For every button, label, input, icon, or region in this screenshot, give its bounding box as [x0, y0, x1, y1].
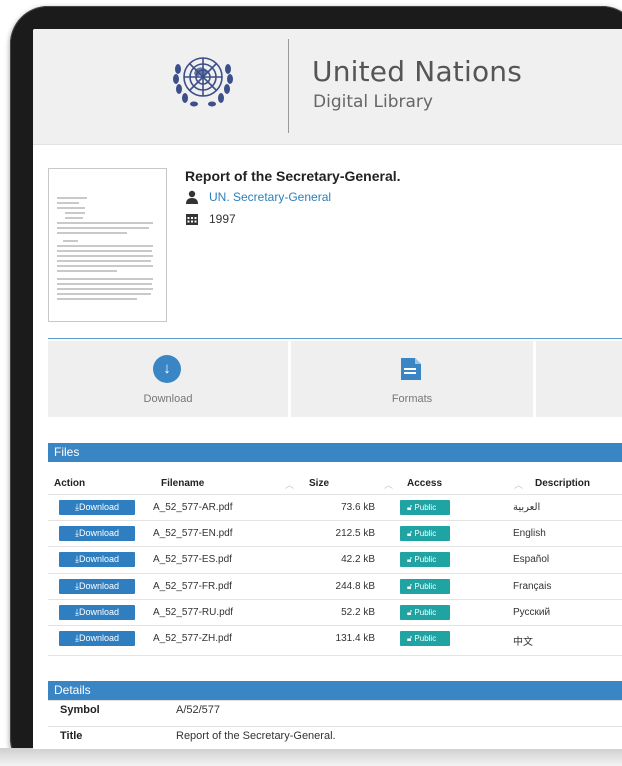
access-label: Public: [414, 529, 437, 538]
record-title: Report of the Secretary-General.: [185, 168, 401, 184]
file-row: ⤓Download A_52_577-EN.pdf 212.5 kB 🔓︎ Publi…: [48, 520, 622, 546]
access-badge: 🔓︎ Public: [400, 605, 450, 620]
record-year-row: 1997: [185, 212, 236, 226]
screen: United Nations Digital Library Report of…: [33, 29, 622, 749]
tiles-divider: [48, 338, 622, 339]
header-divider: [288, 39, 289, 133]
formats-tile[interactable]: Formats: [291, 341, 533, 417]
file-size: 52.2 kB: [341, 607, 375, 618]
file-description: العربية: [513, 502, 541, 513]
col-access[interactable]: Access: [407, 478, 442, 489]
download-tile-label: Download: [143, 393, 193, 405]
site-header: United Nations Digital Library: [33, 29, 622, 145]
file-download-label: Download: [78, 633, 119, 643]
file-name: A_52_577-RU.pdf: [153, 607, 234, 618]
calendar-icon: [186, 214, 198, 225]
sort-filename-icon[interactable]: ︿: [285, 478, 294, 491]
file-size: 244.8 kB: [335, 581, 375, 592]
formats-icon: [401, 358, 421, 380]
details-value: A/52/577: [176, 704, 221, 716]
access-badge: 🔓︎ Public: [400, 631, 450, 646]
access-label: Public: [414, 608, 437, 617]
formats-tile-label: Formats: [391, 393, 433, 405]
details-row-symbol: Symbol A/52/577: [48, 700, 622, 719]
document-thumbnail[interactable]: [48, 168, 167, 322]
file-download-button[interactable]: ⤓Download: [59, 631, 135, 646]
col-description[interactable]: Description: [535, 478, 590, 489]
file-description: Русский: [513, 607, 551, 618]
sort-size-icon[interactable]: ︿: [384, 478, 393, 491]
access-label: Public: [414, 634, 437, 643]
col-action[interactable]: Action: [54, 478, 85, 489]
file-download-label: Download: [78, 528, 119, 538]
file-size: 73.6 kB: [341, 502, 375, 513]
files-table-header: Action Filename ︿ Size ︿ Access ︿ Descri…: [48, 475, 622, 493]
file-row: ⤓Download A_52_577-RU.pdf 52.2 kB 🔓︎ Public…: [48, 599, 622, 625]
access-badge: 🔓︎ Public: [400, 579, 450, 594]
access-label: Public: [414, 503, 437, 512]
un-emblem-icon[interactable]: [170, 47, 236, 111]
download-tile[interactable]: ↓ Download: [48, 341, 288, 417]
access-badge: 🔓︎ Public: [400, 526, 450, 541]
person-icon: [186, 190, 198, 204]
file-name: A_52_577-ZH.pdf: [153, 633, 232, 644]
file-download-button[interactable]: ⤓Download: [59, 579, 135, 594]
file-row: ⤓Download A_52_577-AR.pdf 73.6 kB 🔓︎ Public…: [48, 494, 622, 520]
details-value: Report of the Secretary-General.: [176, 730, 336, 742]
details-row-title: Title Report of the Secretary-General.: [48, 726, 622, 745]
file-size: 131.4 kB: [335, 633, 375, 644]
more-tile[interactable]: [536, 341, 622, 417]
details-key: Symbol: [60, 704, 100, 716]
file-download-label: Download: [78, 554, 119, 564]
file-download-button[interactable]: ⤓Download: [59, 526, 135, 541]
file-row: ⤓Download A_52_577-ZH.pdf 131.4 kB 🔓︎ Publi…: [48, 625, 622, 651]
file-name: A_52_577-ES.pdf: [153, 554, 232, 565]
file-size: 212.5 kB: [335, 528, 375, 539]
file-download-button[interactable]: ⤓Download: [59, 605, 135, 620]
file-description: 中文: [513, 637, 533, 648]
record-year: 1997: [209, 212, 236, 226]
col-size[interactable]: Size: [309, 478, 329, 489]
col-filename[interactable]: Filename: [161, 478, 204, 489]
access-badge: 🔓︎ Public: [400, 552, 450, 567]
file-description: English: [513, 528, 546, 539]
details-key: Title: [60, 730, 83, 742]
access-badge: 🔓︎ Public: [400, 500, 450, 515]
file-download-button[interactable]: ⤓Download: [59, 552, 135, 567]
org-title[interactable]: United Nations: [312, 55, 522, 88]
file-download-label: Download: [78, 607, 119, 617]
org-subtitle[interactable]: Digital Library: [313, 92, 433, 112]
file-name: A_52_577-EN.pdf: [153, 528, 233, 539]
file-download-button[interactable]: ⤓Download: [59, 500, 135, 515]
tablet-base: [0, 748, 622, 766]
file-description: Español: [513, 554, 550, 565]
file-name: A_52_577-FR.pdf: [153, 581, 232, 592]
access-label: Public: [414, 582, 437, 591]
sort-access-icon[interactable]: ︿: [514, 478, 523, 491]
record-author-row: UN. Secretary-General: [185, 190, 331, 204]
files-section-title: Files: [48, 443, 622, 462]
files-table-bottom: [48, 655, 622, 656]
file-name: A_52_577-AR.pdf: [153, 502, 233, 513]
access-label: Public: [414, 555, 437, 564]
file-download-label: Download: [78, 581, 119, 591]
thumbnail-text-lines: [57, 197, 157, 303]
download-icon: ↓: [153, 355, 181, 383]
file-download-label: Download: [78, 502, 119, 512]
file-size: 42.2 kB: [341, 554, 375, 565]
details-section-title: Details: [48, 681, 622, 700]
file-row: ⤓Download A_52_577-ES.pdf 42.2 kB 🔓︎ Public…: [48, 546, 622, 572]
file-description: Français: [513, 581, 552, 592]
record-author-link[interactable]: UN. Secretary-General: [209, 190, 331, 204]
file-row: ⤓Download A_52_577-FR.pdf 244.8 kB 🔓︎ Publi…: [48, 573, 622, 599]
